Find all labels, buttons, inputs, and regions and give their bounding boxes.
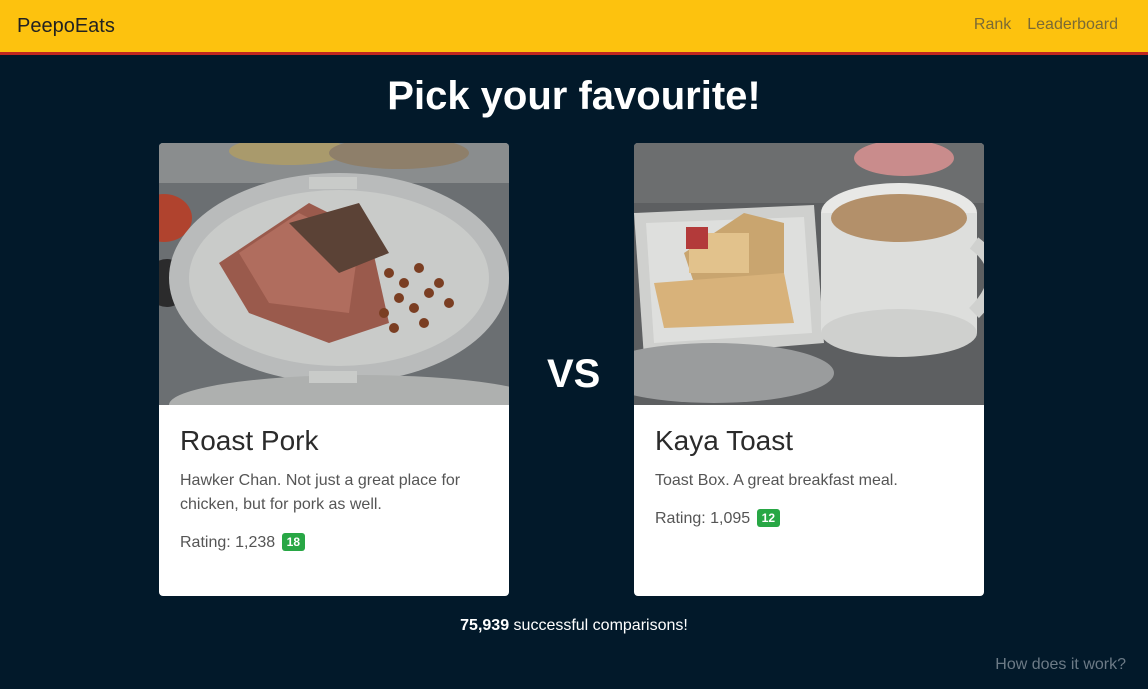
rating: Rating: 1,095 12: [655, 509, 965, 528]
rating-value: 1,238: [235, 534, 276, 551]
food-title: Roast Pork: [180, 425, 319, 456]
navbar: PeepoEats Rank Leaderboard: [0, 0, 1148, 55]
rating-badge: 18: [281, 533, 306, 551]
food-description: Hawker Chan. Not just a great place for …: [180, 472, 461, 513]
page-title: Pick your favourite!: [387, 74, 761, 118]
brand-link[interactable]: PeepoEats: [17, 15, 115, 38]
food-card-kaya-toast[interactable]: Kaya Toast Toast Box. A great breakfast …: [634, 143, 984, 596]
comparisons-count: 75,939: [460, 617, 510, 634]
nav-link-leaderboard[interactable]: Leaderboard: [1027, 16, 1118, 34]
rating-badge: 12: [756, 509, 781, 527]
food-title: Kaya Toast: [655, 425, 794, 456]
food-card-roast-pork[interactable]: Roast Pork Hawker Chan. Not just a great…: [159, 143, 509, 596]
rating-value: 1,095: [710, 510, 751, 527]
food-image-kaya-toast: [634, 143, 984, 405]
how-it-works-link[interactable]: How does it work?: [995, 656, 1126, 674]
vs-label: VS: [547, 352, 601, 396]
food-description: Toast Box. A great breakfast meal.: [655, 472, 898, 489]
rating-label: Rating:: [655, 510, 706, 527]
nav-links: Rank Leaderboard: [974, 16, 1118, 34]
card-body: Roast Pork Hawker Chan. Not just a great…: [180, 425, 490, 552]
comparisons-suffix: successful comparisons!: [509, 617, 688, 634]
rating: Rating: 1,238 18: [180, 533, 490, 552]
rating-label: Rating:: [180, 534, 231, 551]
nav-link-rank[interactable]: Rank: [974, 16, 1011, 34]
food-image-roast-pork: [159, 143, 509, 405]
comparisons-counter: 75,939 successful comparisons!: [0, 617, 1148, 635]
card-body: Kaya Toast Toast Box. A great breakfast …: [655, 425, 965, 528]
